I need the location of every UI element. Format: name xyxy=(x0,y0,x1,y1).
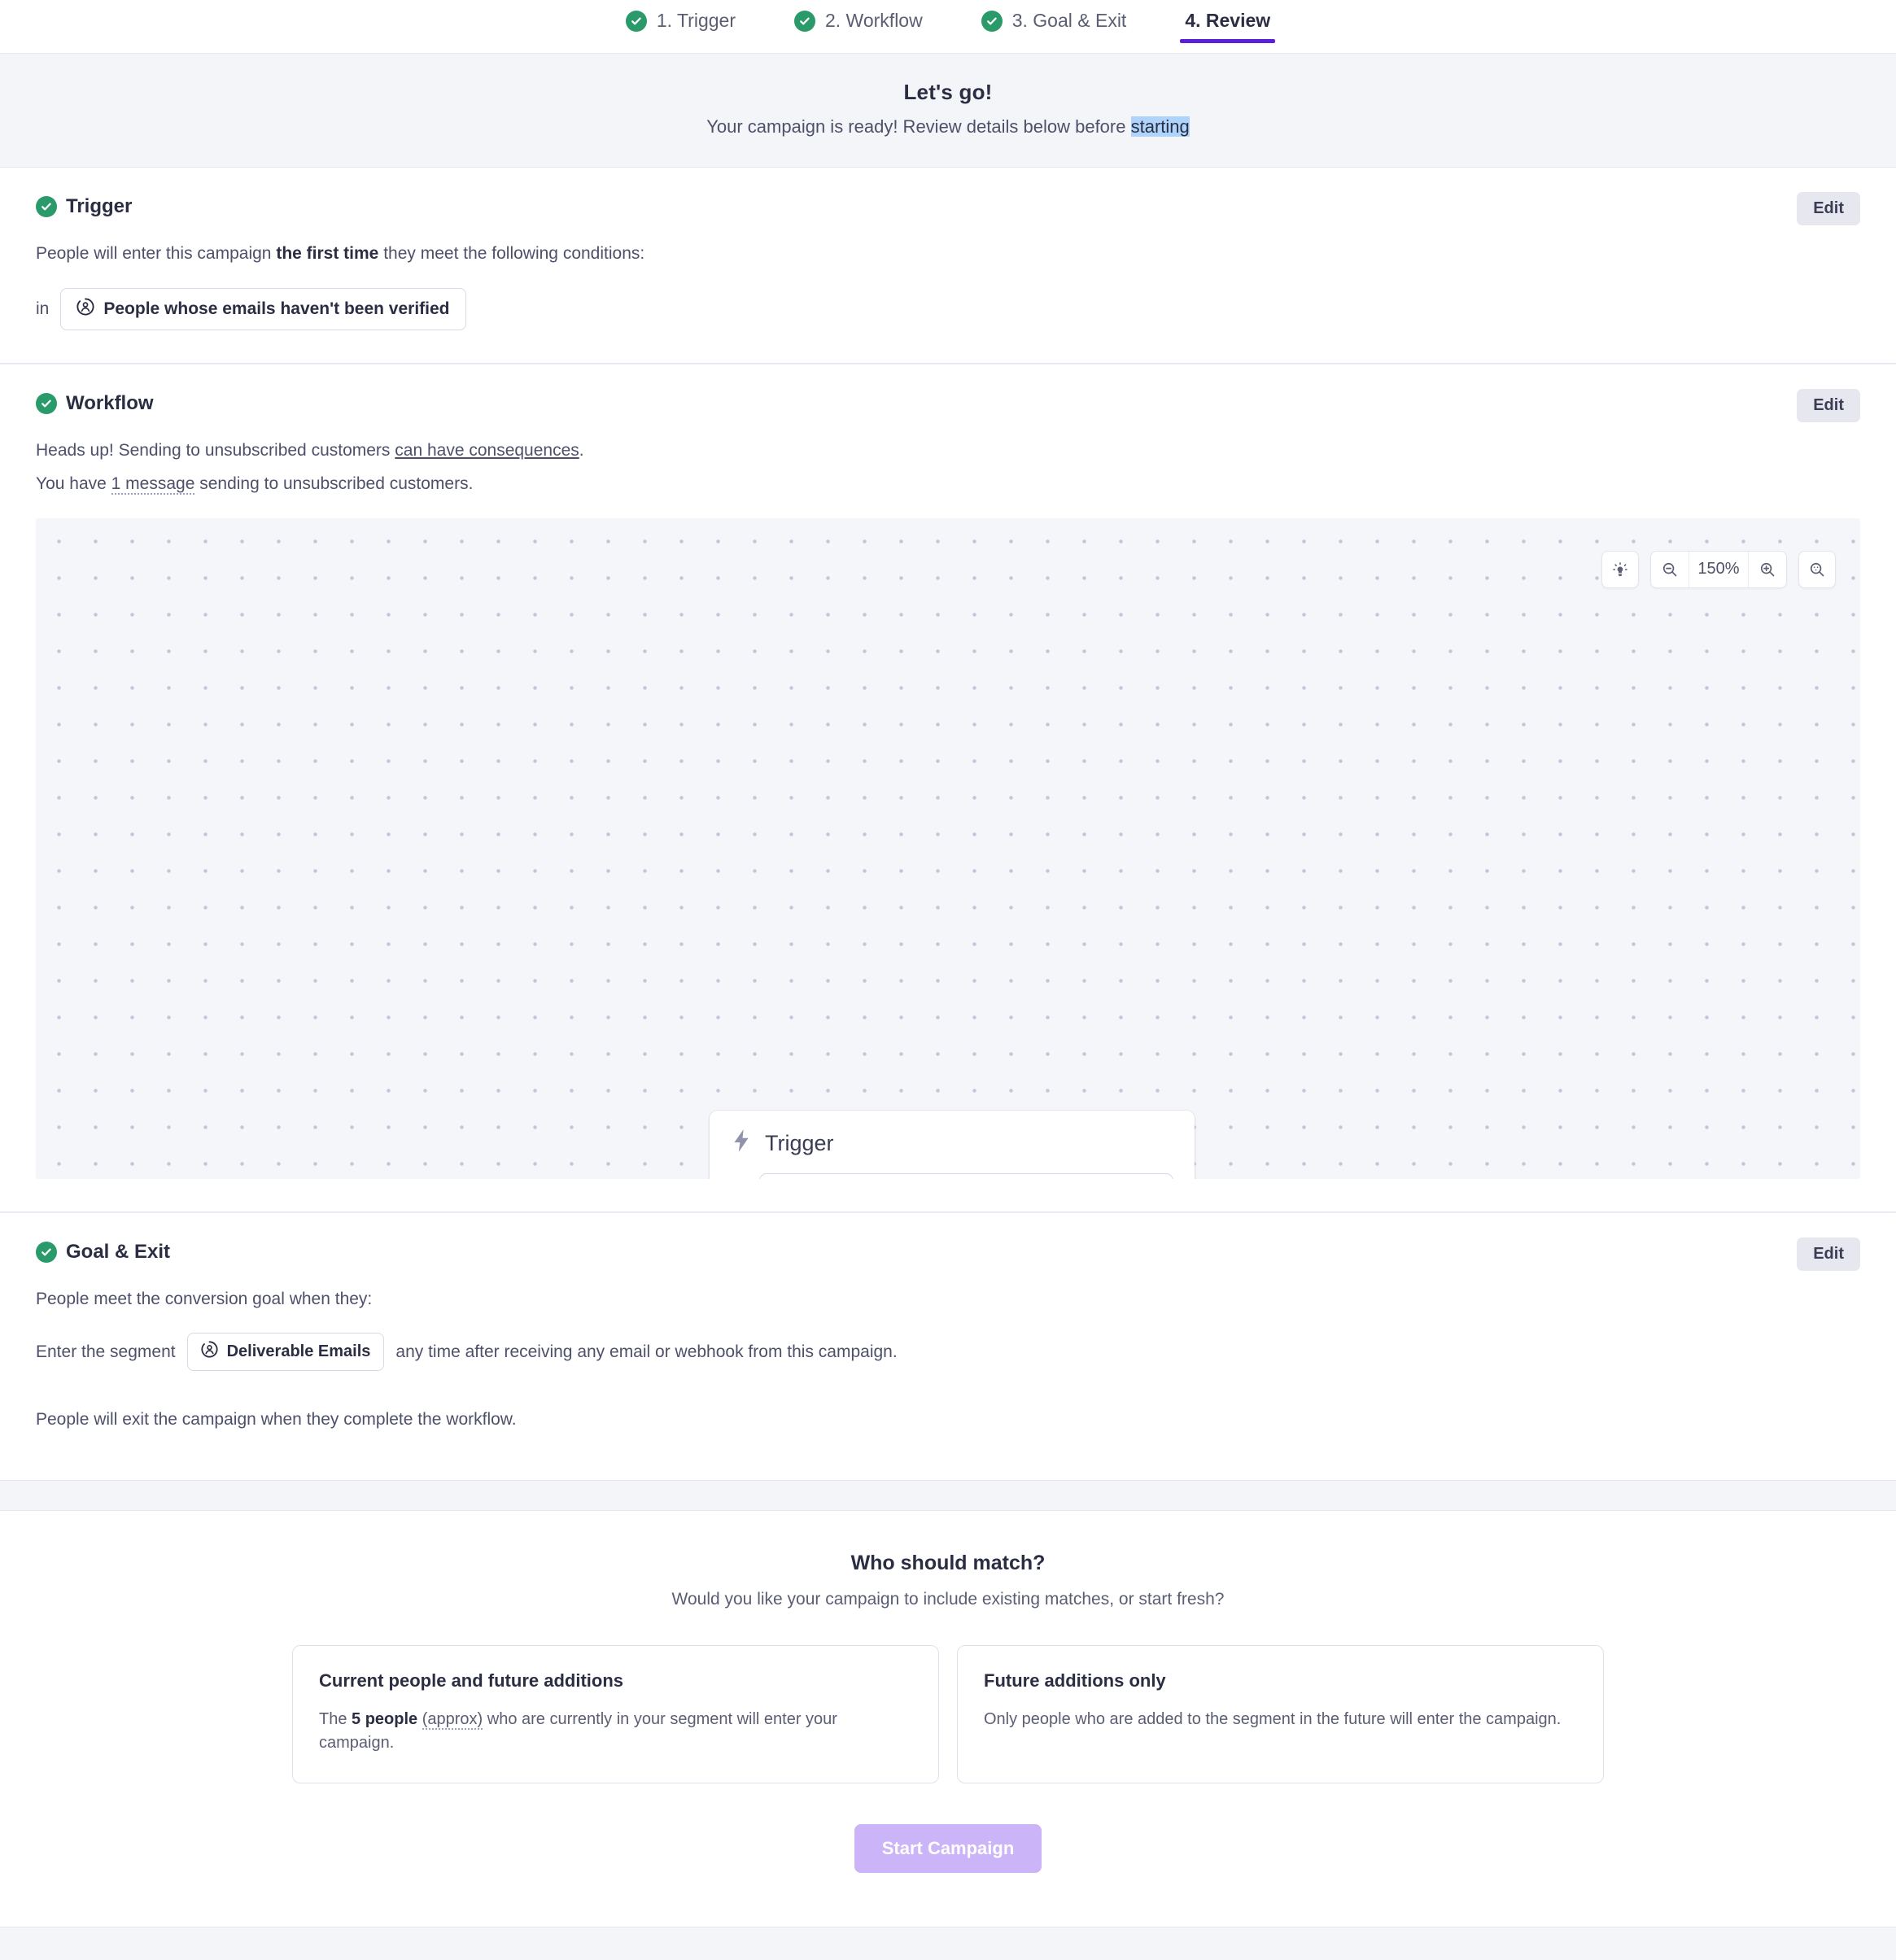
canvas-trigger-title: Trigger xyxy=(765,1130,834,1155)
trigger-segment-label: People whose emails haven't been verifie… xyxy=(103,299,450,318)
trigger-desc-a: People will enter this campaign xyxy=(36,244,277,263)
desc-a: The xyxy=(319,1709,352,1728)
goal-enter-suffix: any time after receiving any email or we… xyxy=(395,1342,898,1361)
zoom-group: 150% xyxy=(1650,550,1787,588)
goal-section-heading: Goal & Exit xyxy=(36,1241,1860,1264)
start-campaign-row: Start Campaign xyxy=(36,1823,1860,1873)
canvas-trigger-node[interactable]: Trigger in People whose emails haven'... xyxy=(710,1110,1195,1179)
check-circle-icon xyxy=(36,196,57,217)
fit-view-button[interactable] xyxy=(1798,550,1836,588)
goal-intro-text: People meet the conversion goal when the… xyxy=(36,1289,373,1308)
zoom-level-value[interactable]: 150% xyxy=(1689,551,1748,587)
people-count: 5 people xyxy=(352,1709,418,1728)
lightning-bolt-icon xyxy=(731,1128,752,1159)
canvas-trigger-condition: in People whose emails haven'... xyxy=(731,1172,1173,1179)
edit-workflow-button[interactable]: Edit xyxy=(1797,388,1860,422)
step-tab-label: 2. Workflow xyxy=(824,10,923,31)
trigger-heading-label: Trigger xyxy=(66,195,133,217)
page-subtitle: Your campaign is ready! Review details b… xyxy=(0,116,1896,138)
desc-b xyxy=(417,1710,422,1728)
desc-a: Only people who are added to the segment… xyxy=(984,1709,1562,1728)
check-circle-icon xyxy=(36,1241,57,1263)
hero-banner: Let's go! Your campaign is ready! Review… xyxy=(0,54,1896,167)
trigger-desc-emphasis: the first time xyxy=(276,244,379,263)
page-title: Let's go! xyxy=(903,80,993,104)
goal-condition-row: Enter the segment Deliverable Emails any… xyxy=(36,1333,1860,1371)
section-gap xyxy=(0,1480,1896,1510)
consequences-link[interactable]: can have consequences xyxy=(395,441,579,460)
trigger-description: People will enter this campaign the firs… xyxy=(36,241,1860,267)
workflow-canvas[interactable]: 150% Trigger xyxy=(36,517,1860,1179)
warning-text-a: Heads up! Sending to unsubscribed custom… xyxy=(36,440,395,460)
step-tab-goal-exit[interactable]: 3. Goal & Exit xyxy=(976,7,1132,43)
segment-icon xyxy=(201,1341,218,1363)
step-tab-trigger[interactable]: 1. Trigger xyxy=(621,7,740,43)
trigger-section-heading: Trigger xyxy=(36,195,1860,218)
match-option-description: Only people who are added to the segment… xyxy=(984,1708,1577,1731)
edit-goal-exit-button[interactable]: Edit xyxy=(1797,1237,1860,1271)
match-option-current-and-future[interactable]: Current people and future additions The … xyxy=(292,1644,939,1783)
goal-exit-text: People will exit the campaign when they … xyxy=(36,1410,517,1429)
step-tab-workflow[interactable]: 2. Workflow xyxy=(789,7,928,43)
subtitle-text: Your campaign is ready! Review details b… xyxy=(706,116,1131,137)
step-tab-label: 3. Goal & Exit xyxy=(1011,10,1127,31)
workflow-section-heading: Workflow xyxy=(36,392,1860,415)
match-option-future-only[interactable]: Future additions only Only people who ar… xyxy=(957,1644,1604,1783)
message-count-tooltip[interactable]: 1 message xyxy=(111,474,195,495)
warning2-text-a: You have xyxy=(36,474,111,493)
trigger-segment-pill[interactable]: People whose emails haven't been verifie… xyxy=(60,287,466,330)
edit-trigger-button[interactable]: Edit xyxy=(1797,192,1860,225)
goal-segment-label: Deliverable Emails xyxy=(226,1342,371,1360)
trigger-desc-c: they meet the following conditions: xyxy=(378,244,645,263)
check-circle-icon xyxy=(793,10,815,32)
check-circle-icon xyxy=(981,10,1003,32)
goal-exit-panel: Edit Goal & Exit People meet the convers… xyxy=(0,1211,1896,1481)
canvas-trigger-segment-pill[interactable]: People whose emails haven'... xyxy=(758,1172,1173,1179)
workflow-heading-label: Workflow xyxy=(66,391,154,414)
check-circle-icon xyxy=(36,392,57,414)
canvas-zoom-controls: 150% xyxy=(1601,550,1836,588)
trigger-condition-row: in People whose emails haven't been veri… xyxy=(36,287,1860,330)
page-footer-gap xyxy=(0,1927,1896,1960)
goal-segment-pill[interactable]: Deliverable Emails xyxy=(186,1333,385,1371)
workflow-panel: Edit Workflow Heads up! Sending to unsub… xyxy=(0,363,1896,1212)
workflow-warning-1: Heads up! Sending to unsubscribed custom… xyxy=(36,438,1860,464)
canvas-trigger-header: Trigger xyxy=(731,1128,1173,1159)
goal-enter-prefix: Enter the segment xyxy=(36,1342,176,1361)
check-circle-icon xyxy=(625,10,647,32)
who-should-match-panel: Who should match? Would you like your ca… xyxy=(0,1509,1896,1927)
step-tab-label: 4. Review xyxy=(1185,10,1271,31)
match-option-description: The 5 people (approx) who are currently … xyxy=(319,1708,912,1755)
step-tab-review[interactable]: 4. Review xyxy=(1180,7,1276,43)
selected-word: starting xyxy=(1130,116,1190,137)
zoom-in-button[interactable] xyxy=(1749,551,1786,587)
approx-tooltip[interactable]: (approx) xyxy=(422,1709,483,1730)
start-campaign-button[interactable]: Start Campaign xyxy=(854,1823,1042,1873)
segment-icon xyxy=(76,297,94,321)
warning2-text-b: sending to unsubscribed customers. xyxy=(194,474,474,493)
step-tab-label: 1. Trigger xyxy=(656,10,736,31)
wizard-steps: 1. Trigger 2. Workflow 3. Goal & Exit 4.… xyxy=(0,0,1896,54)
match-title: Who should match? xyxy=(850,1551,1046,1574)
trigger-preposition: in xyxy=(36,299,50,318)
goal-heading-label: Goal & Exit xyxy=(66,1240,171,1263)
review-page: 1. Trigger 2. Workflow 3. Goal & Exit 4.… xyxy=(0,0,1896,1960)
lightbulb-icon-button[interactable] xyxy=(1601,550,1639,588)
zoom-out-button[interactable] xyxy=(1651,551,1688,587)
warning-text-b: . xyxy=(579,440,584,460)
match-option-cards: Current people and future additions The … xyxy=(36,1644,1860,1783)
match-subtitle: Would you like your campaign to include … xyxy=(671,1589,1225,1609)
workflow-warning-2: You have 1 message sending to unsubscrib… xyxy=(36,471,1860,497)
trigger-panel: Edit Trigger People will enter this camp… xyxy=(0,167,1896,364)
